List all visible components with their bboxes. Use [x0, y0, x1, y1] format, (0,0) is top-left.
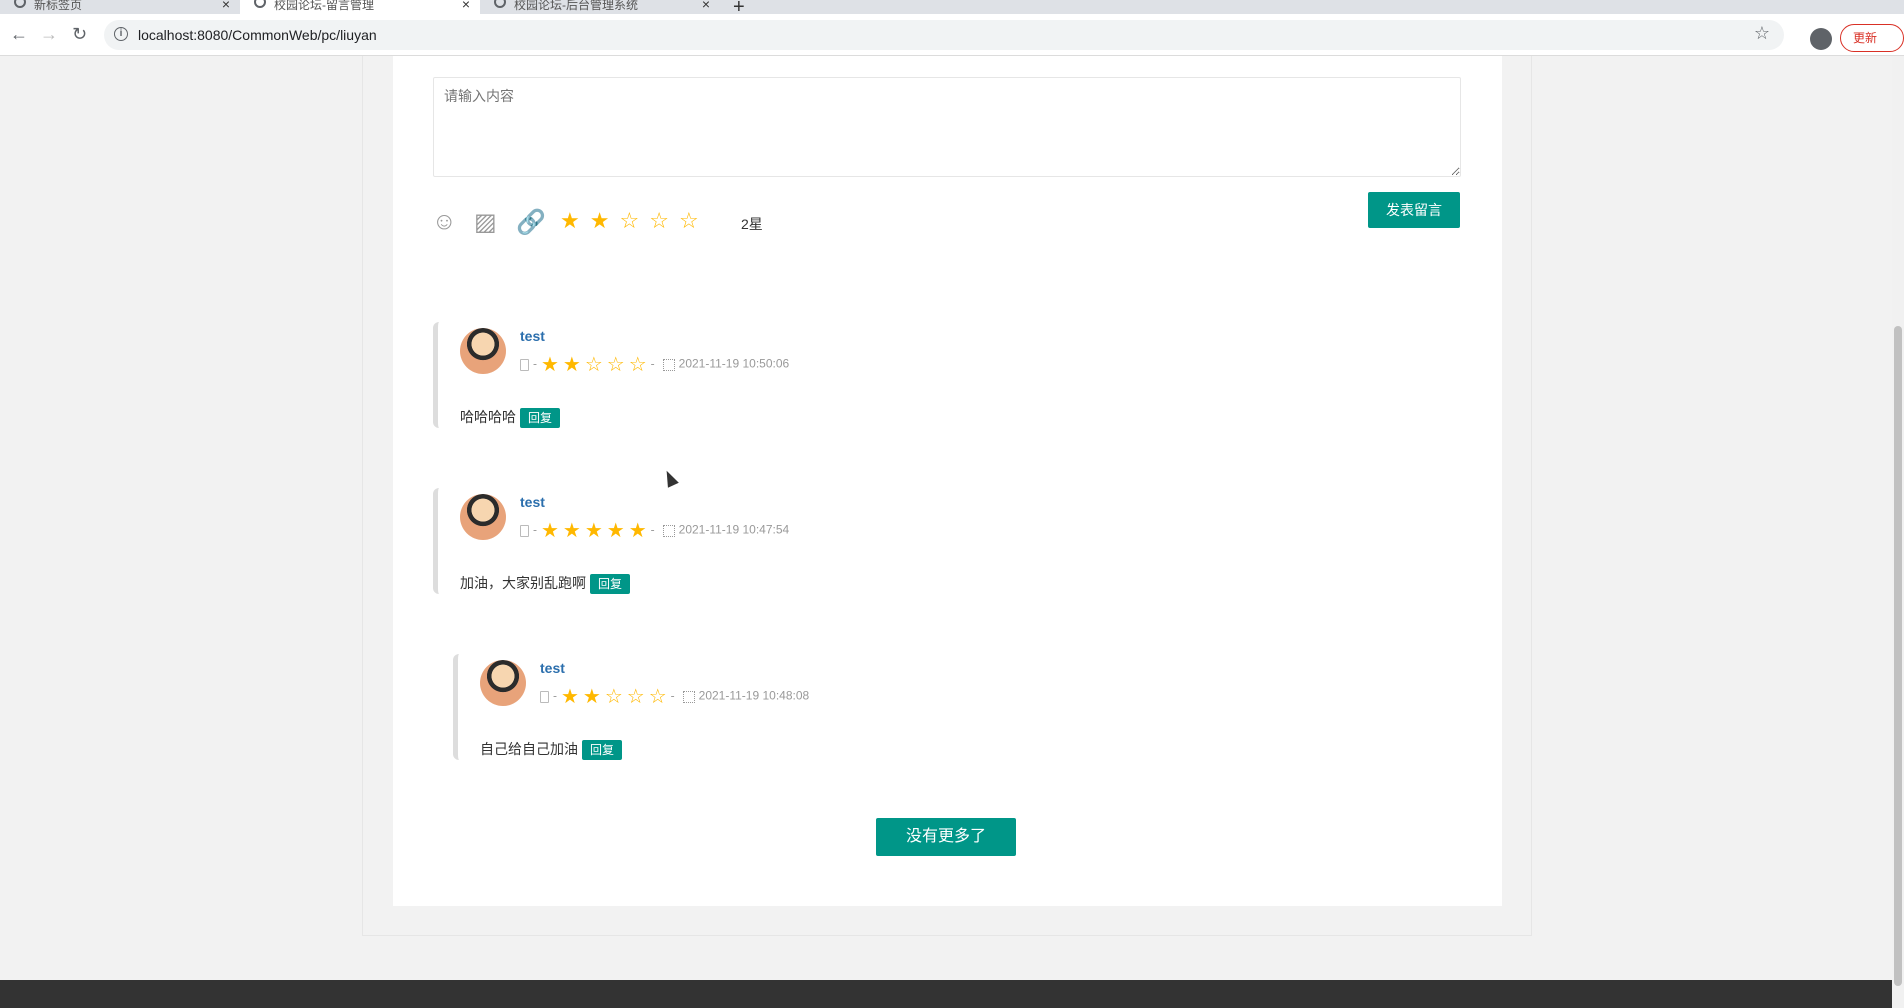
- device-icon: [520, 358, 529, 371]
- star-3-icon[interactable]: ☆: [619, 208, 649, 233]
- image-icon[interactable]: ▨: [474, 208, 497, 237]
- device-icon: [520, 524, 529, 537]
- reply-button[interactable]: 回复: [582, 740, 623, 761]
- rating-stars[interactable]: ★★☆☆☆: [560, 208, 709, 234]
- comment-rating-stars: ★★☆☆☆: [561, 686, 671, 708]
- update-button[interactable]: 更新: [1840, 24, 1904, 52]
- comment-content: 加油，大家别乱跑啊 回复: [460, 573, 631, 595]
- comment-item: test - ★★★★★- 2021-11-19 10:47:54 加油，大家别乱跑…: [433, 488, 1133, 595]
- globe-icon: [494, 0, 506, 8]
- comment-content: 自己给自己加油 回复: [480, 739, 623, 761]
- tab-liuyan[interactable]: 校园论坛-留言管理 ×: [240, 0, 480, 14]
- address-bar: ← → ↻ i localhost:8080/CommonWeb/pc/liuy…: [0, 14, 1904, 56]
- avatar: [480, 660, 526, 706]
- comment-meta: - ★★★★★- 2021-11-19 10:47:54: [520, 518, 789, 546]
- message-panel: [393, 56, 1502, 906]
- info-icon[interactable]: i: [114, 27, 128, 41]
- comment-reply-item: test - ★★☆☆☆- 2021-11-19 10:48:08 自己给自己加油回…: [453, 654, 1153, 761]
- comment-item: test - ★★☆☆☆- 2021-11-19 10:50:06 哈哈哈哈 回复: [433, 322, 1133, 429]
- comment-meta: - ★★☆☆☆- 2021-11-19 10:48:08: [540, 684, 809, 712]
- star-4-icon[interactable]: ☆: [649, 208, 679, 233]
- avatar: [460, 328, 506, 374]
- comment-username[interactable]: test: [520, 494, 545, 510]
- emoji-icon[interactable]: ☺: [432, 208, 457, 236]
- device-icon: [540, 690, 549, 703]
- url-field[interactable]: i localhost:8080/CommonWeb/pc/liuyan ☆: [104, 20, 1784, 50]
- globe-icon: [14, 0, 26, 8]
- link-icon[interactable]: 🔗: [516, 208, 546, 237]
- calendar-icon: [662, 358, 675, 371]
- star-5-icon[interactable]: ☆: [679, 208, 709, 233]
- close-icon[interactable]: ×: [702, 0, 710, 11]
- star-1-icon[interactable]: ★: [560, 208, 590, 233]
- tab-admin[interactable]: 校园论坛-后台管理系统 ×: [480, 0, 720, 14]
- close-icon[interactable]: ×: [222, 0, 230, 11]
- avatar: [460, 494, 506, 540]
- close-icon[interactable]: ×: [462, 0, 470, 11]
- page-scrollbar[interactable]: [1892, 56, 1904, 1008]
- calendar-icon: [682, 690, 695, 703]
- reply-button[interactable]: 回复: [590, 574, 631, 595]
- calendar-icon: [662, 524, 675, 537]
- scrollbar-thumb[interactable]: [1894, 326, 1902, 986]
- back-icon[interactable]: ←: [10, 24, 28, 45]
- load-more-button[interactable]: 没有更多了: [876, 818, 1016, 856]
- page-footer: [0, 980, 1892, 1008]
- comment-username[interactable]: test: [520, 328, 545, 344]
- comment-rating-stars: ★★☆☆☆: [541, 354, 651, 376]
- profile-icon[interactable]: [1810, 28, 1832, 50]
- reply-button[interactable]: 回复: [520, 408, 561, 429]
- browser-tab-bar: 新标签页 × 校园论坛-留言管理 × 校园论坛-后台管理系统 × +: [0, 0, 1904, 18]
- comment-content: 哈哈哈哈 回复: [460, 407, 561, 429]
- message-input[interactable]: [433, 77, 1461, 177]
- submit-message-button[interactable]: 发表留言: [1368, 192, 1460, 228]
- rating-value: 2星: [741, 216, 763, 232]
- tab-new-tab[interactable]: 新标签页 ×: [0, 0, 240, 14]
- comment-meta: - ★★☆☆☆- 2021-11-19 10:50:06: [520, 352, 789, 380]
- comment-rating-stars: ★★★★★: [541, 520, 651, 542]
- star-2-icon[interactable]: ★: [590, 208, 620, 233]
- comment-username[interactable]: test: [540, 660, 565, 676]
- bookmark-star-icon[interactable]: ☆: [1754, 23, 1770, 44]
- globe-icon: [254, 0, 266, 8]
- forward-icon[interactable]: →: [40, 24, 58, 45]
- reload-icon[interactable]: ↻: [72, 24, 87, 45]
